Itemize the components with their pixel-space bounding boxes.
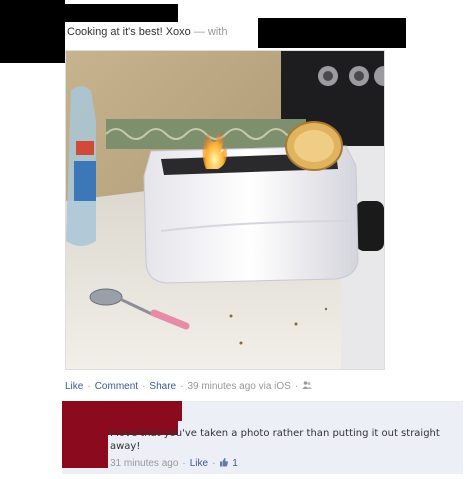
comment-timestamp[interactable]: 31 minutes ago (110, 458, 178, 469)
redacted-commenter-avatar (62, 420, 108, 468)
status-text: Cooking at it's best! Xoxo (67, 26, 191, 38)
post-status: Cooking at it's best! Xoxo — with (67, 25, 227, 39)
separator-dot: · (87, 381, 91, 392)
separator-dot: · (182, 458, 186, 469)
redacted-commenter-name (62, 401, 182, 421)
friends-icon[interactable] (302, 380, 313, 390)
post-photo[interactable] (65, 50, 385, 370)
redacted-tagged-friends (258, 18, 406, 48)
post-action-bar: Like · Comment · Share · 39 minutes ago via iO… (65, 380, 313, 394)
share-link[interactable]: Share (149, 381, 176, 392)
like-link[interactable]: Like (65, 381, 83, 392)
comment-link[interactable]: Comment (95, 381, 138, 392)
thumbs-up-icon (219, 457, 229, 467)
comment-like-count[interactable]: 1 (232, 458, 238, 469)
comment-meta: 31 minutes ago · Like · 1 (110, 457, 238, 470)
comment-like-link[interactable]: Like (190, 458, 208, 469)
redacted-avatar (0, 0, 65, 63)
with-text: — with (193, 26, 228, 38)
separator-dot: · (180, 381, 184, 392)
post-timestamp[interactable]: 39 minutes ago via iOS (187, 381, 290, 392)
separator-dot: · (212, 458, 216, 469)
separator-dot: · (142, 381, 146, 392)
redacted-name (65, 4, 178, 22)
toaster-fire-photo (66, 51, 384, 369)
separator-dot: · (294, 381, 299, 392)
comment-text: I love that you've taken a photo rather … (110, 428, 440, 452)
